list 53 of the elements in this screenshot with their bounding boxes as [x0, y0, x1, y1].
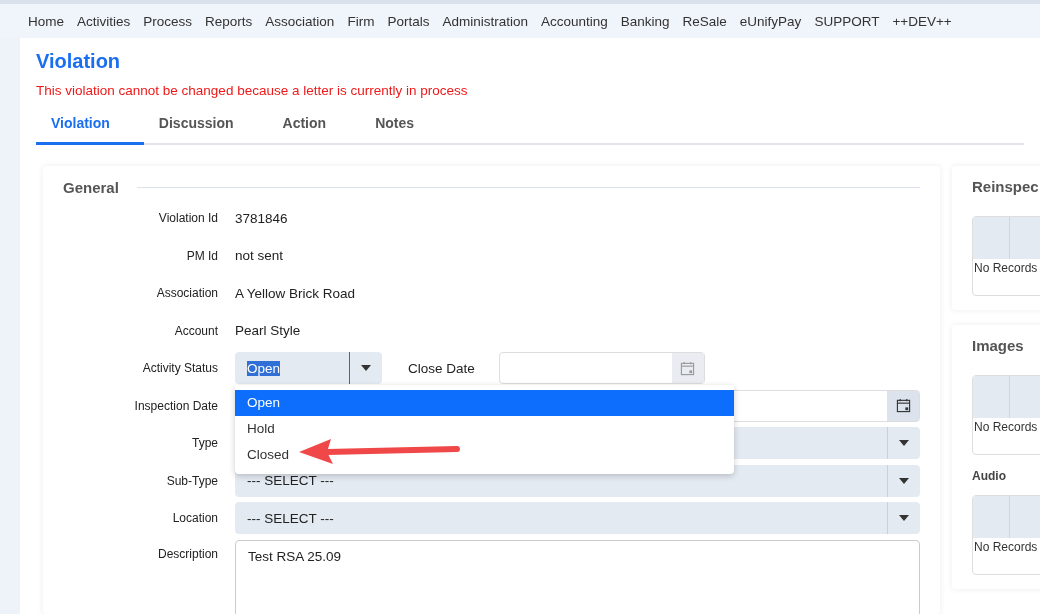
date-field[interactable]	[498, 352, 705, 384]
nav-link[interactable]: Administration	[442, 13, 528, 29]
caret-icon	[899, 515, 909, 521]
empty-message: No Records	[973, 260, 1039, 275]
field-label: Sub-Type	[165, 473, 218, 488]
field-label: Description	[156, 545, 218, 561]
field-value: not sent	[235, 248, 284, 263]
nav-link[interactable]: ++DEV++	[892, 13, 952, 29]
field-value: 3781846	[235, 210, 288, 226]
field-label: Location	[171, 511, 218, 525]
caret-icon	[899, 440, 909, 446]
page-title: Violation	[36, 49, 122, 74]
nav-link[interactable]: Firm	[347, 13, 375, 29]
nav-link[interactable]: ReSale	[682, 13, 727, 29]
field-label: Close Date	[408, 360, 475, 376]
field-label: Violation Id	[157, 211, 218, 225]
card-title: Reinspec	[972, 177, 1040, 197]
nav-link[interactable]: Home	[28, 13, 64, 29]
nav-link[interactable]: Portals	[387, 13, 430, 29]
caret-icon	[899, 477, 909, 484]
caret-icon	[361, 365, 371, 371]
field-value: A Yellow Brick Road	[235, 285, 356, 301]
empty-message: No Records	[973, 539, 1039, 554]
nav-link[interactable]: Activities	[77, 13, 131, 29]
error-message: This violation cannot be changed because a letter is currently in process	[36, 82, 469, 100]
section-title: General	[63, 178, 119, 196]
field-label: Association	[155, 286, 218, 300]
calendar-icon	[895, 398, 911, 413]
text-area[interactable]: Test RSA 25.09	[235, 539, 920, 614]
nav-link[interactable]: Accounting	[540, 13, 608, 29]
field-label: PM Id	[185, 248, 218, 263]
field-label: Type	[191, 436, 218, 450]
dropdown-option[interactable]: Hold	[235, 416, 734, 442]
tab[interactable]: Violation	[36, 104, 144, 145]
field-label: Inspection Date	[133, 398, 218, 413]
tab[interactable]: Action	[267, 104, 361, 145]
nav-link[interactable]: Process	[143, 13, 193, 29]
tab[interactable]: Discussion	[143, 104, 268, 145]
empty-message: No Records	[973, 419, 1039, 434]
select-field[interactable]: --- SELECT ---	[235, 502, 920, 534]
field-label: Account	[173, 323, 218, 338]
dropdown-option[interactable]: Open	[235, 390, 734, 416]
tab[interactable]: Notes	[360, 104, 449, 145]
nav-link[interactable]: SUPPORT	[814, 13, 880, 29]
field-label: Activity Status	[141, 361, 218, 375]
nav-link[interactable]: Banking	[620, 13, 670, 29]
nav-link[interactable]: Reports	[205, 13, 253, 29]
section-heading: Audio	[972, 469, 1007, 483]
nav-link[interactable]: eUnifyPay	[739, 13, 802, 29]
field-value: Pearl Style	[235, 323, 301, 338]
calendar-icon	[680, 360, 696, 376]
card-title: Images	[972, 336, 1025, 356]
nav-link[interactable]: Association	[265, 13, 335, 29]
